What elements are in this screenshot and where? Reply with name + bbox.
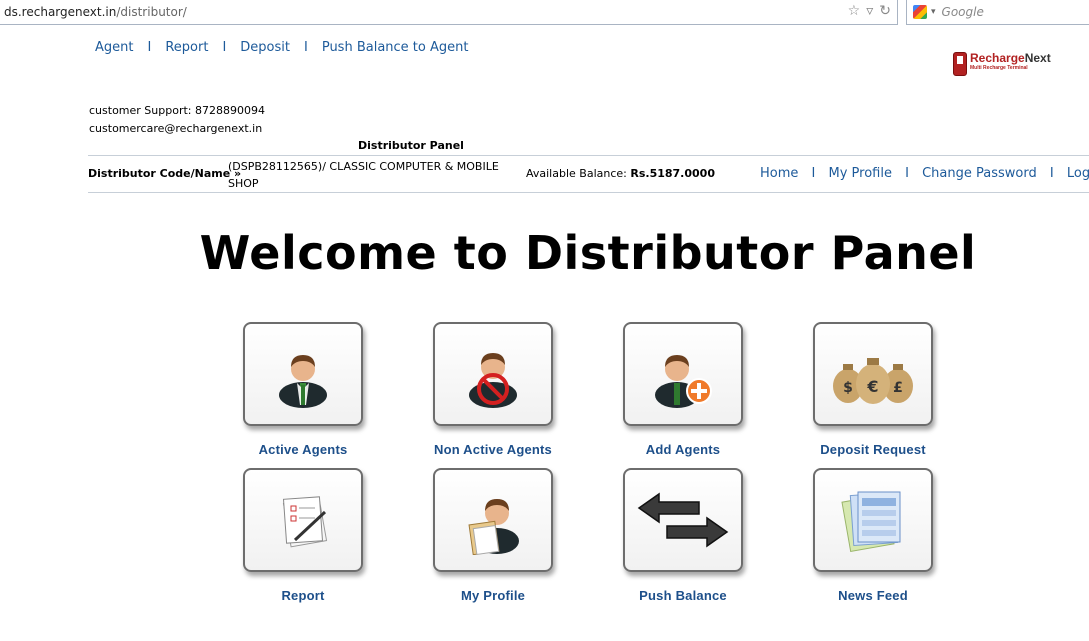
- url-host: ds.rechargenext.in: [4, 5, 117, 19]
- distributor-code-value: (DSPB28112565)/ CLASSIC COMPUTER & MOBIL…: [228, 160, 499, 190]
- search-placeholder: Google: [941, 5, 984, 19]
- google-icon: [913, 5, 927, 19]
- link-home[interactable]: Home: [760, 166, 798, 181]
- news-feed-icon: [841, 491, 901, 552]
- tile-news-feed-button[interactable]: [813, 468, 933, 572]
- nav-separator: I: [147, 40, 152, 55]
- link-separator: I: [905, 166, 909, 181]
- tile-label[interactable]: News Feed: [758, 588, 988, 603]
- welcome-heading: Welcome to Distributor Panel: [199, 226, 977, 280]
- balance-value: Rs.5187.0000: [630, 167, 715, 180]
- svg-text:$: $: [843, 380, 853, 396]
- account-links: Home I My Profile I Change Password I Lo…: [760, 166, 1089, 181]
- nav-push-balance[interactable]: Push Balance to Agent: [322, 40, 469, 55]
- link-logout[interactable]: Logout: [1067, 166, 1089, 181]
- money-bags-icon: $ € £: [833, 358, 913, 404]
- nav-report[interactable]: Report: [165, 40, 208, 55]
- support-phone: customer Support: 8728890094: [89, 104, 265, 117]
- svg-text:€: €: [866, 377, 878, 396]
- address-bar[interactable]: ds.rechargenext.in/distributor/ ☆ ▿ ↻: [0, 0, 898, 25]
- tile-report-button[interactable]: [243, 468, 363, 572]
- logo-tagline: Multi Recharge Terminal: [970, 65, 1028, 71]
- link-separator: I: [1049, 166, 1054, 181]
- distributor-code-label: Distributor Code/Name »: [88, 167, 242, 180]
- tile-non-active-agents[interactable]: Non Active Agents: [378, 322, 568, 468]
- url-path: /distributor/: [116, 5, 187, 19]
- star-icon[interactable]: ☆: [848, 3, 861, 19]
- link-separator: I: [811, 166, 816, 181]
- distributor-info-bar: Distributor Code/Name » (DSPB28112565)/ …: [88, 155, 1089, 193]
- svg-text:£: £: [893, 380, 903, 396]
- link-change-password[interactable]: Change Password: [922, 166, 1037, 181]
- tile-push-balance-button[interactable]: [623, 468, 743, 572]
- tile-active-agents-button[interactable]: [243, 322, 363, 426]
- agent-icon: [279, 355, 327, 408]
- tile-my-profile[interactable]: My Profile: [378, 468, 568, 614]
- logo-brand-a: Recharge: [970, 51, 1025, 65]
- search-box[interactable]: ▾ Google: [906, 0, 1089, 25]
- nav-agent[interactable]: Agent: [95, 40, 133, 55]
- transfer-arrows-icon: [637, 492, 729, 548]
- tile-deposit-request-button[interactable]: $ € £: [813, 322, 933, 426]
- phone-icon: [953, 52, 967, 76]
- support-email: customercare@rechargenext.in: [89, 122, 263, 135]
- tile-non-active-agents-button[interactable]: [433, 322, 553, 426]
- tile-report[interactable]: Report: [188, 468, 378, 614]
- dropdown-icon[interactable]: ▿: [866, 3, 873, 19]
- nav-separator: I: [222, 40, 227, 55]
- tile-label[interactable]: Deposit Request: [758, 442, 988, 457]
- balance-label: Available Balance:: [526, 167, 627, 180]
- balance: Available Balance: Rs.5187.0000: [526, 167, 715, 180]
- report-icon: [282, 496, 328, 548]
- tile-deposit-request[interactable]: $ € £ Deposit Request: [758, 322, 948, 468]
- tile-active-agents[interactable]: Active Agents: [188, 322, 378, 468]
- nav-deposit[interactable]: Deposit: [240, 40, 290, 55]
- tile-news-feed[interactable]: News Feed: [758, 468, 948, 614]
- rechargenext-logo[interactable]: RechargeNext Multi Recharge Terminal: [953, 52, 1065, 80]
- nav-separator: I: [303, 40, 308, 55]
- link-my-profile[interactable]: My Profile: [829, 166, 892, 181]
- logo-brand: RechargeNext: [970, 52, 1051, 64]
- reload-icon[interactable]: ↻: [879, 3, 891, 19]
- tile-add-agents[interactable]: Add Agents: [568, 322, 758, 468]
- tile-push-balance[interactable]: Push Balance: [568, 468, 758, 614]
- panel-title: Distributor Panel: [358, 139, 464, 152]
- tile-my-profile-button[interactable]: [433, 468, 553, 572]
- top-nav: Agent I Report I Deposit I Push Balance …: [95, 40, 468, 55]
- chevron-down-icon[interactable]: ▾: [931, 7, 936, 17]
- logo-brand-b: Next: [1024, 51, 1051, 65]
- agent-blocked-icon: [469, 353, 517, 408]
- tile-add-agents-button[interactable]: [623, 322, 743, 426]
- profile-icon: [468, 499, 519, 555]
- agent-add-icon: [655, 355, 712, 408]
- support-info: customer Support: 8728890094 customercar…: [89, 102, 265, 138]
